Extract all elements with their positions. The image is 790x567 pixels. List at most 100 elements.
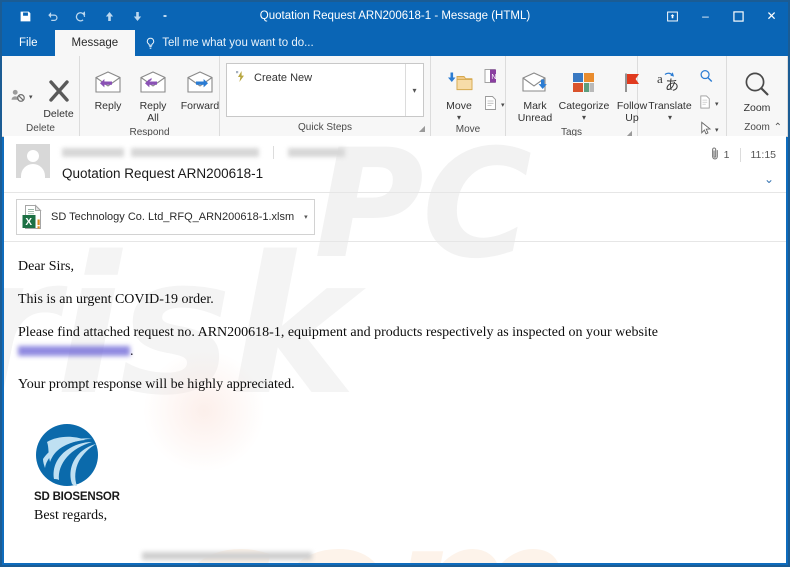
customize-quick-access-icon[interactable] (152, 5, 178, 27)
svg-text:あ: あ (665, 78, 679, 94)
reply-all-icon (138, 67, 168, 99)
avatar-head (27, 150, 39, 162)
lightbulb-icon (145, 37, 156, 50)
close-button[interactable]: ✕ (755, 2, 788, 30)
select-page-caret-icon[interactable]: ▾ (715, 101, 719, 108)
onenote-button[interactable]: N (481, 67, 507, 90)
recipient-redacted (288, 147, 345, 157)
received-time: 11:15 (750, 149, 777, 161)
body-request-text: Please find attached request no. ARN2006… (18, 324, 658, 340)
attachment-menu-caret-icon[interactable]: ▾ (301, 213, 308, 221)
quick-step-label: Create New (254, 72, 313, 84)
collapse-ribbon-icon[interactable]: ⌃ (774, 122, 782, 133)
reply-all-label: Reply All (139, 100, 167, 124)
quick-steps-gallery[interactable]: Create New ▾ (226, 63, 424, 117)
signature-block: SD BIOSENSOR Best regards, Sales | SALES… (18, 408, 772, 563)
expand-header-icon[interactable]: ⌄ (764, 172, 774, 186)
mark-unread-button[interactable]: Mark Unread (512, 65, 558, 127)
ignore-caret-icon[interactable]: ▾ (29, 94, 33, 101)
arrow-up-icon[interactable] (96, 5, 122, 27)
move-label: Move (446, 100, 472, 112)
reply-button[interactable]: Reply (86, 65, 130, 115)
website-link-redacted[interactable] (18, 346, 130, 357)
ribbon-group-tags: Mark Unread Categorize ▾ Follow Up Tags … (506, 56, 647, 138)
ribbon-group-quick-steps: Create New ▾ Quick Steps ◢ (220, 56, 431, 136)
title-bar: Quotation Request ARN200618-1 - Message … (2, 2, 788, 30)
body-request-line: Please find attached request no. ARN2006… (18, 324, 772, 362)
delete-x-icon (45, 75, 73, 107)
select-pointer-caret-icon[interactable]: ▾ (715, 127, 719, 134)
forward-icon (185, 67, 215, 99)
move-caret-icon[interactable]: ▾ (457, 113, 461, 122)
attachment-chip[interactable]: X SD Technology Co. Ltd_RFQ_ARN200618-1.… (16, 199, 315, 235)
reply-icon (93, 67, 123, 99)
message-header: Quotation Request ARN200618-1 1 11:15 ⌄ (4, 136, 786, 193)
ribbon-group-move: Move ▾ N ▾ Move (431, 56, 506, 136)
forward-label: Forward (180, 100, 220, 112)
ribbon-group-respond: Reply Reply All Forward Respond (80, 56, 249, 138)
outlook-message-window: Quotation Request ARN200618-1 - Message … (0, 0, 790, 567)
zoom-button[interactable]: Zoom (733, 67, 781, 117)
lightning-icon (235, 70, 247, 86)
move-button[interactable]: Move ▾ (437, 65, 481, 124)
tell-me-search[interactable]: Tell me what you want to do... (135, 30, 324, 56)
body-greeting: Dear Sirs, (18, 259, 74, 274)
reply-all-button[interactable]: Reply All (130, 65, 176, 127)
sender-email-redacted (131, 147, 259, 157)
ignore-button[interactable]: ▾ (8, 87, 35, 109)
quick-steps-dialog-launcher-icon[interactable]: ◢ (419, 124, 425, 133)
tell-me-label: Tell me what you want to do... (162, 37, 314, 49)
header-divider (273, 145, 274, 159)
group-label-delete: Delete (26, 122, 55, 134)
tab-message[interactable]: Message (54, 30, 136, 56)
attachment-bar: X SD Technology Co. Ltd_RFQ_ARN200618-1.… (4, 193, 786, 242)
find-button[interactable] (696, 67, 721, 90)
find-icon (698, 68, 715, 89)
quick-access-toolbar (2, 5, 178, 27)
group-label-quick-steps: Quick Steps ◢ (220, 122, 430, 136)
tab-file[interactable]: File (2, 30, 55, 56)
translate-button[interactable]: aあ Translate ▾ (644, 65, 696, 124)
paperclip-icon (711, 146, 720, 164)
minimize-button[interactable]: – (689, 2, 722, 30)
header-meta: 1 11:15 (711, 146, 776, 164)
quick-step-create-new[interactable]: Create New (235, 70, 405, 86)
body-urgent-line: This is an urgent COVID-19 order. (18, 291, 214, 307)
attachment-count: 1 (723, 149, 730, 161)
select-page-icon (698, 94, 713, 115)
svg-text:X: X (25, 217, 32, 228)
categorize-label: Categorize (558, 100, 610, 112)
attachment-filename: SD Technology Co. Ltd_RFQ_ARN200618-1.xl… (51, 211, 295, 223)
categorize-button[interactable]: Categorize ▾ (558, 65, 610, 124)
subject-line: Quotation Request ARN200618-1 (62, 166, 264, 181)
ribbon-display-options-icon[interactable] (656, 2, 689, 30)
arrow-down-icon[interactable] (124, 5, 150, 27)
ribbon-group-editing: aあ Translate ▾ ▾ ▾ (638, 56, 727, 153)
onenote-icon: N (483, 68, 499, 89)
rules-button[interactable]: ▾ (481, 94, 507, 117)
delete-button[interactable]: Delete (35, 73, 83, 123)
categorize-caret-icon[interactable]: ▾ (582, 113, 586, 122)
redo-icon[interactable] (68, 5, 94, 27)
save-icon[interactable] (12, 5, 38, 27)
undo-icon[interactable] (40, 5, 66, 27)
maximize-button[interactable] (722, 2, 755, 30)
ribbon: ▾ Delete Delete Reply Reply All Forward … (2, 56, 788, 153)
ribbon-group-delete: ▾ Delete Delete (2, 56, 80, 136)
reply-label: Reply (94, 100, 122, 112)
reading-pane: PC risk .com Quotation Request ARN200618… (4, 136, 786, 563)
select-page-button[interactable]: ▾ (696, 93, 721, 116)
quick-steps-more-icon[interactable]: ▾ (405, 64, 423, 116)
sender-name-redacted (62, 147, 124, 157)
attachment-indicator: 1 (711, 146, 730, 164)
avatar[interactable] (16, 144, 50, 178)
group-label-quick-steps-text: Quick Steps (298, 122, 352, 133)
translate-caret-icon[interactable]: ▾ (668, 113, 672, 122)
rules-caret-icon[interactable]: ▾ (501, 102, 505, 109)
ribbon-tabs: File Message Tell me what you want to do… (2, 30, 788, 56)
signature-name-redacted (142, 551, 312, 560)
message-body: Dear Sirs, This is an urgent COVID-19 or… (4, 242, 786, 563)
translate-label: Translate (648, 100, 692, 112)
forward-button[interactable]: Forward (176, 65, 224, 115)
move-folder-icon (444, 67, 474, 99)
